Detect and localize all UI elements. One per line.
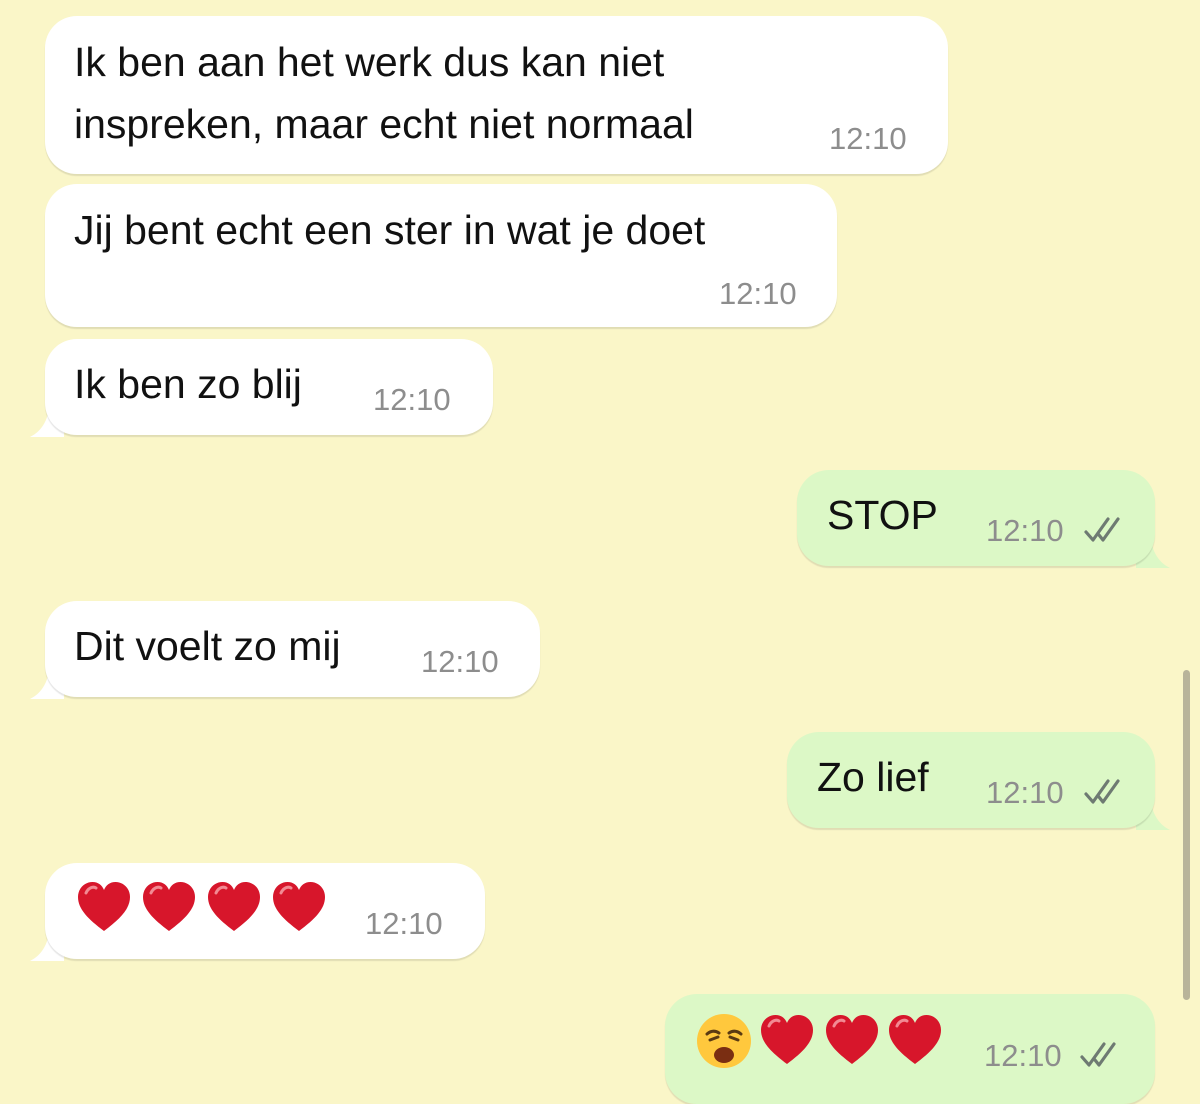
double-check-icon <box>1080 1040 1124 1070</box>
red-heart-emoji-icon <box>824 1014 880 1066</box>
red-heart-emoji-icon <box>76 881 132 933</box>
incoming-message-bubble[interactable]: Ik ben zo blij 12:10 <box>45 339 493 435</box>
incoming-message-bubble[interactable]: 12:10 <box>45 863 485 959</box>
double-check-icon <box>1084 777 1128 807</box>
message-text-line: Zo lief <box>817 754 929 800</box>
weary-face-emoji-icon <box>697 1014 751 1068</box>
message-timestamp: 12:10 <box>829 121 907 156</box>
message-timestamp: 12:10 <box>986 513 1064 548</box>
outgoing-message-bubble[interactable]: Zo lief 12:10 <box>787 732 1155 828</box>
red-heart-emoji-icon <box>271 881 327 933</box>
message-text-line: Ik ben aan het werk dus kan niet <box>74 39 665 85</box>
message-timestamp: 12:10 <box>984 1038 1062 1073</box>
message-timestamp: 12:10 <box>719 276 797 311</box>
message-timestamp: 12:10 <box>421 644 499 679</box>
incoming-message-bubble[interactable]: Ik ben aan het werk dus kan niet insprek… <box>45 16 948 174</box>
message-text-line: Dit voelt zo mij <box>74 623 341 669</box>
outgoing-message-bubble[interactable]: 12:10 <box>665 994 1155 1104</box>
red-heart-emoji-icon <box>759 1014 815 1066</box>
message-text-line: inspreken, maar echt niet normaal <box>74 101 694 147</box>
incoming-message-bubble[interactable]: Jij bent echt een ster in wat je doet 12… <box>45 184 837 327</box>
message-text-line: STOP <box>827 492 938 538</box>
message-text-line: Jij bent echt een ster in wat je doet <box>74 207 706 253</box>
red-heart-emoji-icon <box>141 881 197 933</box>
double-check-icon <box>1084 515 1128 545</box>
incoming-message-bubble[interactable]: Dit voelt zo mij 12:10 <box>45 601 540 697</box>
outgoing-message-bubble[interactable]: STOP 12:10 <box>797 470 1155 566</box>
red-heart-emoji-icon <box>206 881 262 933</box>
message-timestamp: 12:10 <box>986 775 1064 810</box>
message-timestamp: 12:10 <box>365 906 443 941</box>
scrollbar[interactable] <box>1183 670 1190 1000</box>
message-text-line: Ik ben zo blij <box>74 361 302 407</box>
chat-messages-area[interactable]: Ik ben aan het werk dus kan niet insprek… <box>0 0 1200 1104</box>
message-timestamp: 12:10 <box>373 382 451 417</box>
red-heart-emoji-icon <box>887 1014 943 1066</box>
